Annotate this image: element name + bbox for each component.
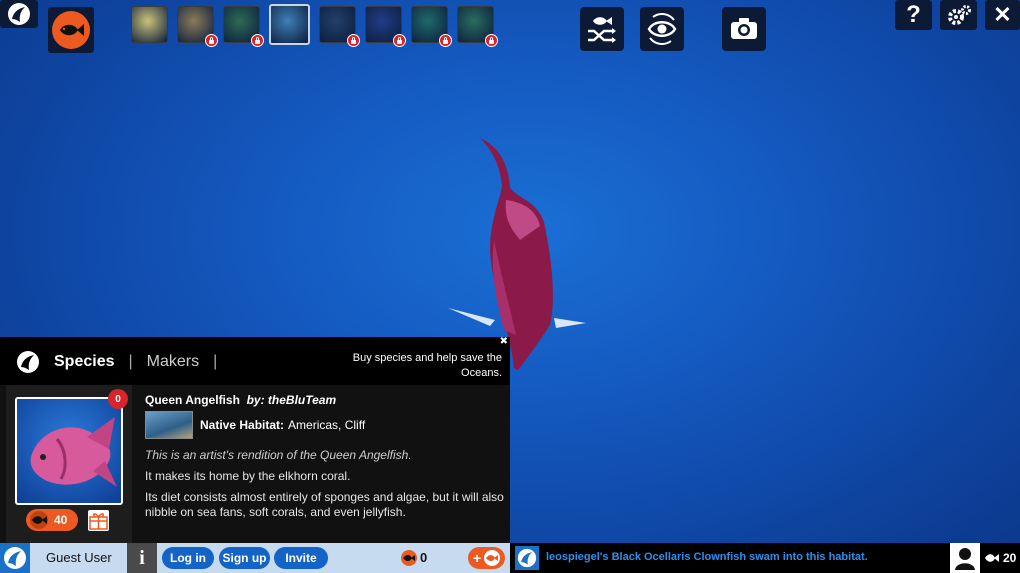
species-name: Queen Angelfish <box>145 393 240 407</box>
price-value: 40 <box>54 513 68 527</box>
native-habitat-label: Native Habitat: <box>200 417 285 432</box>
blu-logo-icon <box>8 3 30 25</box>
species-thumbnail[interactable] <box>15 397 123 505</box>
habitat-thumbnail-habitat-4[interactable] <box>269 4 310 45</box>
species-maker[interactable]: by: theBluTeam <box>247 393 337 407</box>
fish-icon <box>60 24 84 36</box>
feed-message[interactable]: leospiegel's Black Ocellaris Clownfish s… <box>546 551 868 563</box>
gift-icon <box>89 513 108 530</box>
species-description-1: It makes its home by the elkhorn coral. <box>145 469 351 483</box>
species-panel-header: Species | Makers | Buy species and help … <box>0 336 510 385</box>
buy-coins-button[interactable]: + <box>468 547 505 569</box>
eye-rotate-icon <box>647 13 677 45</box>
plus-icon: + <box>473 550 482 566</box>
blu-logo-button[interactable] <box>0 0 38 28</box>
gears-icon <box>947 5 971 25</box>
signup-button[interactable]: Sign up <box>219 547 270 569</box>
activity-feed: leospiegel's Black Ocellaris Clownfish s… <box>510 543 1020 573</box>
guest-avatar-icon <box>4 547 26 569</box>
tab-separator: | <box>128 353 133 370</box>
help-label: ? <box>906 1 921 28</box>
shuffle-fish-icon <box>588 17 616 43</box>
person-icon <box>955 548 975 570</box>
species-info: Queen Angelfish by: theBluTeam Native Ha… <box>145 393 505 520</box>
species-toggle-button[interactable] <box>48 7 94 53</box>
species-card[interactable]: 0 40 <box>6 385 132 543</box>
shuffle-fish-button[interactable] <box>580 7 624 51</box>
lock-icon <box>347 34 360 47</box>
species-panel: Species | Makers | Buy species and help … <box>0 336 510 543</box>
visitor-avatar-button[interactable] <box>950 543 980 573</box>
native-habitat-value: Americas, Cliff <box>288 417 366 432</box>
help-button[interactable]: ? <box>895 0 932 30</box>
fish-count: 20 <box>1003 551 1017 565</box>
habitat-selector <box>131 4 498 47</box>
habitat-thumbnail-habitat-8[interactable] <box>457 6 498 47</box>
tab-makers[interactable]: Makers <box>147 353 199 371</box>
username: Guest User <box>46 550 112 565</box>
invite-button[interactable]: Invite <box>274 547 328 569</box>
habitat-thumbnail-habitat-1[interactable] <box>131 6 168 43</box>
gift-button[interactable] <box>88 510 109 531</box>
habitat-thumbnail <box>145 411 193 439</box>
close-panel-button[interactable]: ✖ <box>500 336 508 347</box>
avatar[interactable] <box>0 543 30 573</box>
feed-user-avatar[interactable] <box>515 546 539 570</box>
habitat-thumbnail-habitat-7[interactable] <box>411 6 452 47</box>
coin-balance: 0 <box>420 550 428 565</box>
camera-icon <box>731 18 757 39</box>
settings-button[interactable] <box>940 0 977 30</box>
lock-icon <box>205 34 218 47</box>
tab-species[interactable]: Species <box>54 353 114 371</box>
login-button[interactable]: Log in <box>162 547 214 569</box>
close-icon: ✕ <box>993 2 1012 27</box>
buy-price-button[interactable]: 40 <box>26 509 78 531</box>
fish-count-icon <box>985 554 999 562</box>
coin-fish-icon <box>484 550 501 566</box>
habitat-thumbnail-habitat-5[interactable] <box>319 6 360 47</box>
close-app-button[interactable]: ✕ <box>985 0 1020 30</box>
lock-icon <box>393 34 406 47</box>
lock-icon <box>251 34 264 47</box>
lock-icon <box>485 34 498 47</box>
user-bar: Guest User i Log in Sign up Invite 0 + <box>0 543 510 573</box>
habitat-thumbnail-habitat-2[interactable] <box>177 6 218 47</box>
info-icon: i <box>139 546 145 569</box>
tab-separator: | <box>213 353 218 370</box>
blu-logo-icon <box>17 351 39 373</box>
coin-fish-icon <box>401 550 417 566</box>
coin-fish-icon <box>30 511 48 529</box>
lock-icon <box>439 34 452 47</box>
species-description-italic: This is an artist's rendition of the Que… <box>145 448 412 462</box>
habitat-thumbnail-habitat-6[interactable] <box>365 6 406 47</box>
camera-button[interactable] <box>722 7 766 51</box>
rotate-view-button[interactable] <box>640 7 684 51</box>
user-avatar-icon <box>517 548 537 568</box>
queen-angelfish-image <box>30 417 117 487</box>
species-description-2: Its diet consists almost entirely of spo… <box>145 490 504 519</box>
habitat-thumbnail-habitat-3[interactable] <box>223 6 264 47</box>
owned-count-badge: 0 <box>108 389 128 409</box>
info-button[interactable]: i <box>127 543 157 573</box>
promo-text: Buy species and help save the Oceans. <box>352 352 502 379</box>
